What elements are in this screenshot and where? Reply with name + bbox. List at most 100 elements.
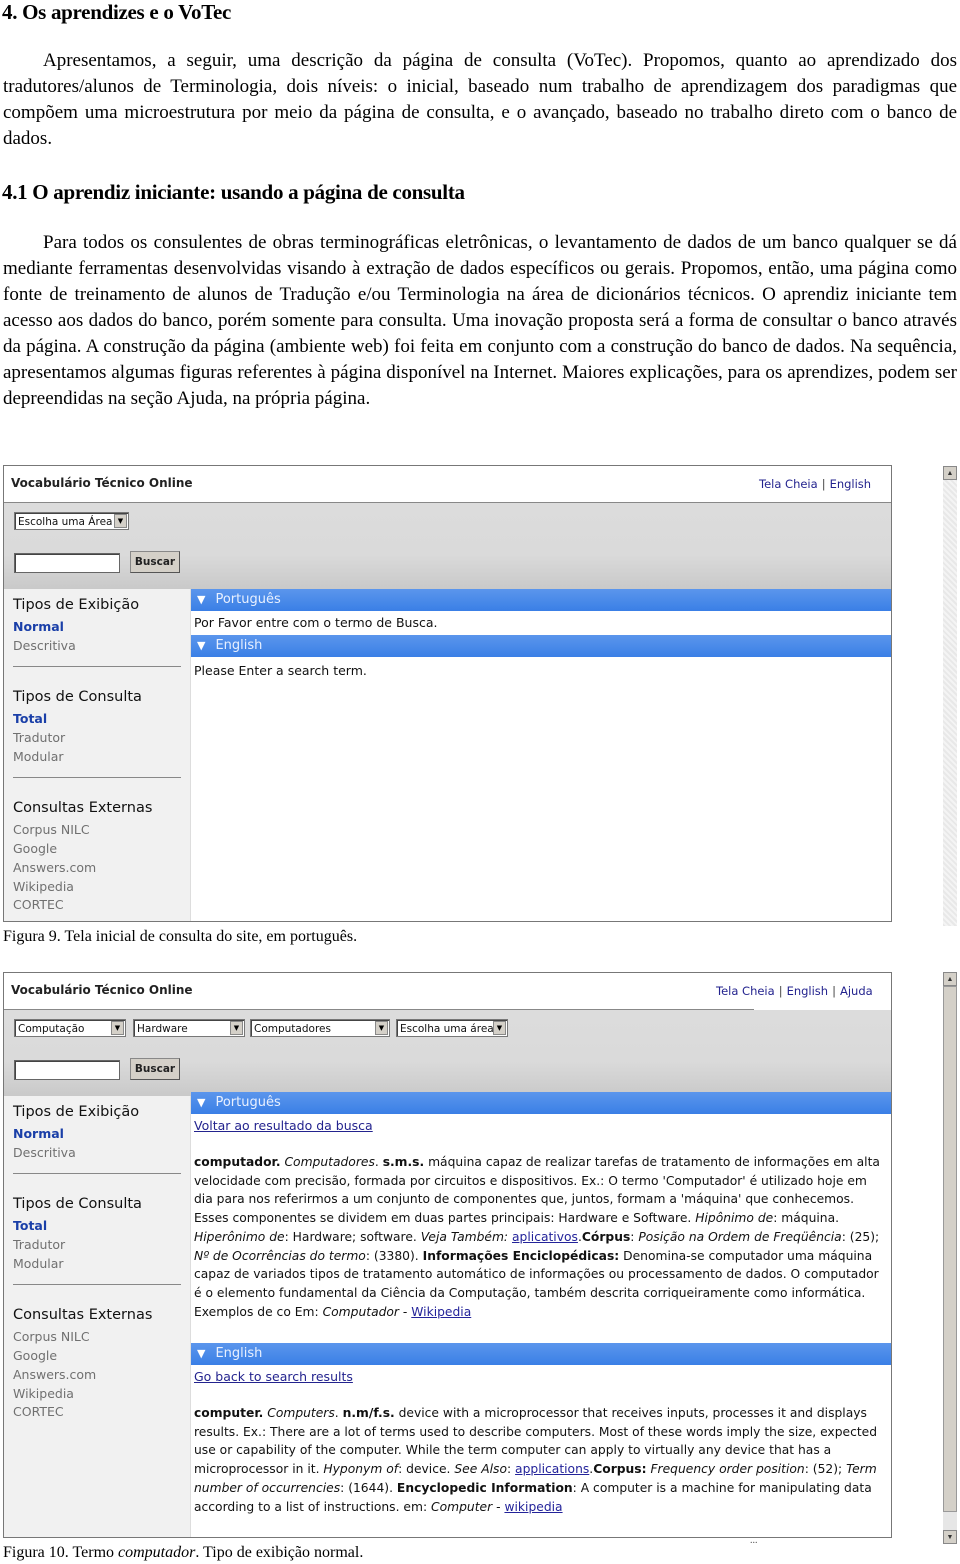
link-english[interactable]: English [830, 477, 872, 491]
results-pane: ▼ Português Por Favor entre com o termo d… [191, 589, 891, 921]
external-wikipedia[interactable]: Wikipedia [13, 879, 74, 894]
scroll-thumb[interactable] [943, 986, 957, 1512]
scroll-down-icon[interactable]: ▼ [943, 1530, 957, 1544]
link-ajuda[interactable]: Ajuda [840, 984, 873, 998]
app-title: Vocabulário Técnico Online [11, 983, 193, 997]
english-label: English [215, 638, 263, 653]
display-normal[interactable]: Normal [13, 619, 64, 634]
see-also-link[interactable]: applications [515, 1462, 589, 1476]
search-input[interactable] [14, 1060, 120, 1080]
portuguese-section-header[interactable]: ▼ Português [191, 589, 891, 611]
external-cortec[interactable]: CORTEC [13, 1404, 64, 1419]
subarea-select-value: Hardware [137, 1023, 188, 1035]
divider [13, 777, 181, 778]
entry-plural: Computers [267, 1406, 335, 1420]
portuguese-entry: computador. Computadores. s.m.s. máquina… [194, 1155, 880, 1319]
external-cortec[interactable]: CORTEC [13, 897, 64, 912]
display-types-heading: Tipos de Exibição [13, 1104, 140, 1120]
go-back-link[interactable]: Go back to search results [194, 1369, 353, 1384]
caption-text: . Tipo de exibição normal. [195, 1544, 364, 1561]
query-types-heading: Tipos de Consulta [13, 1196, 142, 1212]
entry-grammar: n.m/f.s. [342, 1406, 395, 1420]
query-modular[interactable]: Modular [13, 1256, 64, 1271]
divider [13, 666, 181, 667]
chevron-down-icon[interactable]: ▼ [111, 1021, 124, 1035]
caption-term: computador [118, 1544, 196, 1561]
search-button[interactable]: Buscar [130, 551, 180, 573]
display-normal[interactable]: Normal [13, 1126, 64, 1141]
chevron-down-icon[interactable]: ▼ [230, 1021, 243, 1035]
figure9-scrollbar[interactable]: ▲ [943, 466, 957, 926]
body-text: Para todos os consulentes de obras termi… [3, 232, 957, 409]
area-select[interactable]: Computação ▼ [14, 1019, 126, 1037]
external-google[interactable]: Google [13, 1348, 57, 1363]
section-heading: 4. Os aprendizes e o VoTec [2, 0, 232, 24]
external-corpus-nilc[interactable]: Corpus NILC [13, 1329, 90, 1344]
chevron-down-icon[interactable]: ▼ [493, 1021, 506, 1035]
header-links: Tela Cheia | English | Ajuda [716, 984, 873, 998]
search-input[interactable] [14, 553, 120, 573]
link-tela-cheia[interactable]: Tela Cheia [716, 984, 775, 998]
hyponym-value: device. [406, 1462, 451, 1477]
figure10-scrollbar[interactable]: ▲ ▼ [943, 972, 957, 1544]
see-also-label: See Also [454, 1462, 507, 1477]
english-label: English [215, 1346, 263, 1361]
chevron-down-icon[interactable]: ▼ [114, 514, 127, 528]
link-english[interactable]: English [787, 984, 829, 998]
entry-term: computer. [194, 1406, 264, 1420]
entry-grammar: s.m.s. [382, 1155, 425, 1169]
intro-paragraph: Apresentamos, a seguir, uma descrição da… [3, 48, 957, 152]
query-modular[interactable]: Modular [13, 749, 64, 764]
separator: | [832, 984, 836, 998]
triangle-down-icon: ▼ [197, 1096, 206, 1109]
wikipedia-link[interactable]: Wikipedia [411, 1305, 471, 1319]
caption-text: Figura 10. Termo [3, 1544, 119, 1561]
external-answers[interactable]: Answers.com [13, 1367, 96, 1382]
query-total[interactable]: Total [13, 711, 47, 726]
wikipedia-link[interactable]: wikipedia [504, 1500, 562, 1514]
subsection-heading: 4.1 O aprendiz iniciante: usando a págin… [2, 180, 465, 204]
topic-select[interactable]: Computadores ▼ [250, 1019, 390, 1037]
external-google[interactable]: Google [13, 841, 57, 856]
english-section-header[interactable]: ▼ English [191, 635, 891, 657]
scroll-up-icon[interactable]: ▲ [943, 972, 957, 986]
portuguese-label: Português [215, 1095, 281, 1110]
query-tradutor[interactable]: Tradutor [13, 730, 65, 745]
external-corpus-nilc[interactable]: Corpus NILC [13, 822, 90, 837]
separator: | [778, 984, 783, 998]
encyclopedic-label: Encyclopedic Information [396, 1480, 573, 1495]
occurrences-value: (3380). [373, 1248, 419, 1263]
link-tela-cheia[interactable]: Tela Cheia [759, 477, 818, 491]
see-also-link[interactable]: aplicativos [512, 1230, 578, 1244]
back-to-results-link[interactable]: Voltar ao resultado da busca [194, 1118, 373, 1133]
triangle-down-icon: ▼ [197, 1347, 206, 1360]
source-title: Computer [431, 1499, 493, 1514]
chevron-down-icon[interactable]: ▼ [375, 1021, 388, 1035]
figure10-screenshot: Vocabulário Técnico Online Tela Cheia | En… [3, 972, 892, 1538]
divider [13, 1284, 181, 1285]
query-tradutor[interactable]: Tradutor [13, 1237, 65, 1252]
external-wikipedia[interactable]: Wikipedia [13, 1386, 74, 1401]
app-header: Vocabulário Técnico Online Tela Cheia | En… [4, 973, 873, 1010]
external-answers[interactable]: Answers.com [13, 860, 96, 875]
entry-term: computador. [194, 1155, 281, 1169]
occurrences-label: Nº de Ocorrências do termo [194, 1248, 366, 1263]
english-section-header[interactable]: ▼ English [191, 1343, 891, 1365]
display-types-heading: Tipos de Exibição [13, 597, 140, 613]
field-select[interactable]: Escolha uma área ▼ [396, 1019, 508, 1037]
display-descritiva[interactable]: Descritiva [13, 638, 76, 653]
display-descritiva[interactable]: Descritiva [13, 1145, 76, 1160]
search-button[interactable]: Buscar [130, 1058, 180, 1080]
area-select[interactable]: Escolha uma Área ▼ [14, 512, 129, 530]
hyponym-value: máquina. [781, 1211, 840, 1226]
intro-text: Apresentamos, a seguir, uma descrição da… [3, 50, 957, 149]
scroll-up-icon[interactable]: ▲ [943, 466, 957, 480]
query-total[interactable]: Total [13, 1218, 47, 1233]
triangle-down-icon: ▼ [197, 639, 206, 652]
subarea-select[interactable]: Hardware ▼ [133, 1019, 245, 1037]
portuguese-section-header[interactable]: ▼ Português [191, 1092, 891, 1114]
portuguese-message: Por Favor entre com o termo de Busca. [194, 615, 438, 630]
frequency-label: Frequency order position [650, 1462, 805, 1477]
app-header: Vocabulário Técnico Online Tela Cheia | En… [4, 466, 891, 503]
divider [13, 1173, 181, 1174]
